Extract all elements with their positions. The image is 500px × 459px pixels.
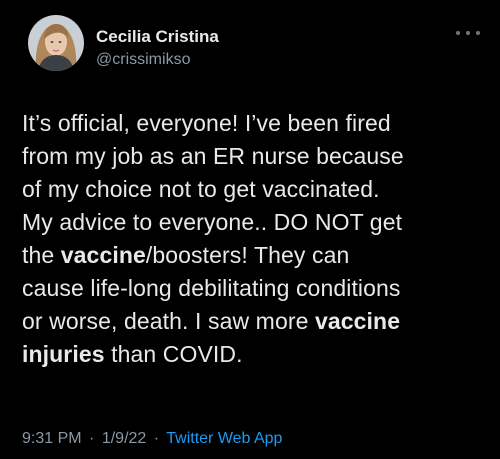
tweet-card: Cecilia Cristina @crissimikso It’s offic… — [0, 0, 500, 459]
tweet-text-run: /boosters! They can — [145, 242, 350, 268]
tweet-text-run: the — [22, 242, 61, 268]
tweet-text-line: My advice to everyone.. DO NOT get — [22, 206, 492, 239]
tweet-text-run: It’s official, everyone! I’ve been fired — [22, 110, 391, 136]
tweet-text-bold-run: vaccine — [314, 308, 401, 334]
tweet-source-app[interactable]: Twitter Web App — [166, 430, 282, 447]
meta-separator: · — [153, 430, 160, 447]
author-handle[interactable]: @crissimikso — [96, 50, 219, 70]
more-options-button[interactable] — [456, 26, 480, 40]
meta-separator: · — [89, 430, 95, 447]
more-horizontal-icon-dot — [466, 31, 470, 35]
tweet-text-line: from my job as an ER nurse because — [22, 140, 492, 173]
tweet-text-line: It’s official, everyone! I’ve been fired — [22, 107, 492, 140]
tweet-text-run: cause life-long debilitating conditions — [22, 275, 401, 301]
tweet-text-bold-run: injuries — [22, 341, 105, 367]
more-horizontal-icon-dot — [456, 31, 460, 35]
tweet-text-line: cause life-long debilitating conditions — [22, 272, 492, 305]
tweet-date[interactable]: 1/9/22 — [102, 430, 146, 447]
tweet-text-run: than COVID. — [104, 341, 243, 367]
avatar-image — [28, 15, 84, 71]
more-horizontal-icon-dot — [476, 31, 480, 35]
tweet-text-line: injuries than COVID. — [22, 338, 492, 371]
tweet-time[interactable]: 9:31 PM — [22, 430, 82, 447]
user-avatar-photo[interactable] — [28, 15, 84, 71]
tweet-text-line: or worse, death. I saw more vaccine — [22, 305, 492, 338]
tweet-text-run: My advice to everyone.. DO NOT get — [22, 209, 403, 235]
tweet-text-line: the vaccine/boosters! They can — [22, 239, 492, 272]
tweet-text-run: or worse, death. I saw more — [22, 308, 315, 334]
author-info: Cecilia Cristina @crissimikso — [96, 27, 219, 70]
tweet-metadata: 9:31 PM · 1/9/22 · Twitter Web App — [22, 429, 282, 449]
tweet-text: It’s official, everyone! I’ve been fired… — [22, 107, 492, 371]
author-display-name[interactable]: Cecilia Cristina — [96, 27, 219, 47]
tweet-text-line: of my choice not to get vaccinated. — [22, 173, 492, 206]
tweet-text-run: from my job as an ER nurse because — [22, 143, 404, 169]
tweet-text-bold-run: vaccine — [60, 242, 146, 268]
tweet-text-run: of my choice not to get vaccinated. — [22, 176, 380, 202]
